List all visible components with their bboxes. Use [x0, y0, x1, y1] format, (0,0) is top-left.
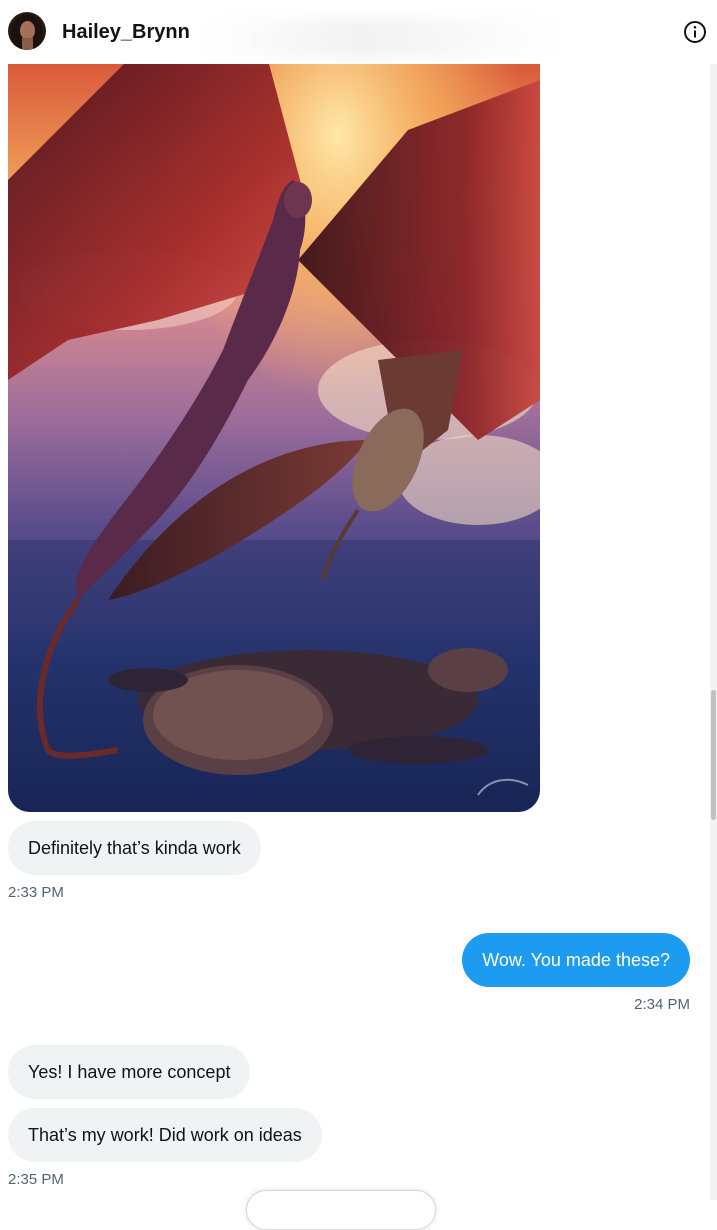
conversation-username[interactable]: Hailey_Brynn	[62, 20, 190, 44]
message-timestamp: 2:34 PM	[634, 996, 690, 1013]
info-icon[interactable]	[682, 19, 708, 45]
scrollbar-track[interactable]	[710, 64, 717, 1200]
avatar-neck	[22, 38, 33, 50]
avatar[interactable]	[8, 12, 46, 50]
received-message[interactable]: Yes! I have more concept	[8, 1045, 251, 1099]
bottom-floating-pill[interactable]	[246, 1190, 436, 1230]
message-image[interactable]	[8, 60, 540, 812]
received-message[interactable]: That’s my work! Did work on ideas	[8, 1108, 322, 1162]
conversation-header: Hailey_Brynn	[0, 0, 717, 64]
sent-message[interactable]: Wow. You made these?	[462, 933, 690, 987]
received-message[interactable]: Definitely that’s kinda work	[8, 821, 261, 875]
message-timestamp: 2:35 PM	[8, 1171, 64, 1188]
scrollbar-thumb[interactable]	[711, 690, 716, 820]
message-timestamp: 2:33 PM	[8, 884, 64, 901]
header-fade	[200, 18, 560, 58]
